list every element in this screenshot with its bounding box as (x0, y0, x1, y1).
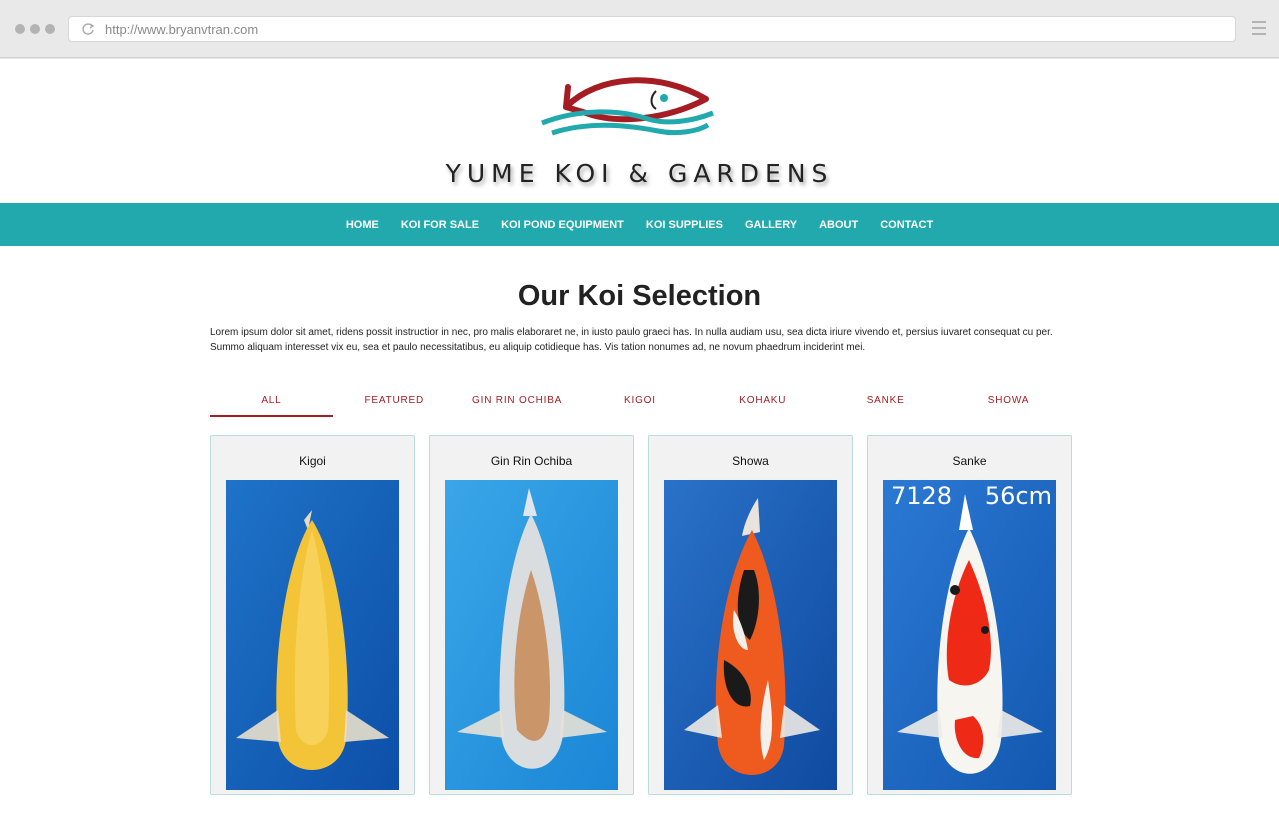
intro-text: Lorem ipsum dolor sit amet, ridens possi… (210, 327, 1053, 353)
nav-about[interactable]: ABOUT (808, 219, 869, 231)
nav-koi-for-sale[interactable]: KOI FOR SALE (390, 219, 490, 231)
tab-showa[interactable]: SHOWA (947, 389, 1070, 417)
filter-tabs: ALL FEATURED GIN RIN OCHIBA KIGOI KOHAKU… (210, 389, 1070, 417)
koi-photo[interactable]: 7128 56cm (883, 480, 1056, 790)
koi-card-sanke[interactable]: Sanke 7128 56cm (867, 435, 1072, 795)
brand-name: YUME KOI & GARDENS (445, 159, 834, 188)
page: YUME KOI & GARDENS HOME KOI FOR SALE KOI… (0, 59, 1279, 830)
url-text[interactable]: http://www.bryanvtran.com (105, 22, 258, 37)
koi-card-showa[interactable]: Showa (648, 435, 853, 795)
main-nav: HOME KOI FOR SALE KOI POND EQUIPMENT KOI… (0, 203, 1279, 246)
card-title: Gin Rin Ochiba (490, 454, 573, 468)
koi-card-kigoi[interactable]: Kigoi (210, 435, 415, 795)
nav-koi-pond-equipment[interactable]: KOI POND EQUIPMENT (490, 219, 635, 231)
page-title: Our Koi Selection (517, 280, 762, 312)
koi-photo[interactable] (226, 480, 399, 790)
tab-kohaku[interactable]: KOHAKU (701, 389, 824, 417)
browser-chrome: http://www.bryanvtran.com (0, 0, 1279, 58)
photo-size-label: 56cm (984, 482, 1052, 510)
window-controls[interactable] (15, 24, 55, 34)
nav-gallery[interactable]: GALLERY (734, 219, 808, 231)
site-header: YUME KOI & GARDENS (0, 59, 1279, 204)
nav-koi-supplies[interactable]: KOI SUPPLIES (635, 219, 734, 231)
address-bar[interactable]: http://www.bryanvtran.com (68, 16, 1236, 42)
photo-id-label: 7128 (891, 482, 953, 510)
tab-all[interactable]: ALL (210, 389, 333, 417)
hamburger-menu-icon[interactable] (1252, 21, 1266, 35)
koi-grid: Kigoi Gin Rin Ochiba Showa Sanke 7128 56… (210, 435, 1080, 795)
koi-card-gin-rin-ochiba[interactable]: Gin Rin Ochiba (429, 435, 634, 795)
tab-gin-rin-ochiba[interactable]: GIN RIN OCHIBA (456, 389, 579, 417)
koi-photo[interactable] (664, 480, 837, 790)
tab-sanke[interactable]: SANKE (824, 389, 947, 417)
koi-logo-icon[interactable] (538, 73, 718, 145)
tab-kigoi[interactable]: KIGOI (579, 389, 702, 417)
tab-featured[interactable]: FEATURED (333, 389, 456, 417)
card-title: Kigoi (299, 454, 326, 468)
nav-contact[interactable]: CONTACT (869, 219, 944, 231)
reload-icon[interactable] (81, 22, 95, 36)
nav-home[interactable]: HOME (335, 219, 390, 231)
koi-photo[interactable] (445, 480, 618, 790)
card-title: Showa (732, 454, 769, 468)
card-title: Sanke (952, 454, 987, 468)
